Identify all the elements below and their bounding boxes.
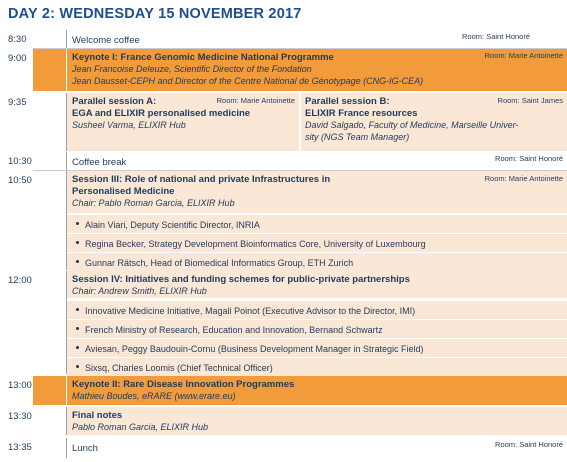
time-label: 9:00 [8, 53, 27, 64]
room-label: Room: Marie Antoinette [484, 174, 563, 183]
time-label: 13:00 [8, 380, 32, 391]
room-label: Room: Marie Antoinette [484, 51, 563, 60]
agenda-row-welcome-coffee: 8:30 Welcome coffee Room: Saint Honoré [0, 30, 534, 48]
time-label: 12:00 [8, 275, 32, 286]
speaker-line: Pablo Roman Garcia, ELIXIR Hub [72, 422, 209, 432]
session-b-subtitle: ELIXIR France resources [305, 108, 418, 119]
agenda-row-final-notes: 13:30 Final notes Pablo Roman Garcia, EL… [0, 407, 567, 435]
list-item: Gunnar Rätsch, Head of Biomedical Inform… [67, 253, 567, 271]
session-chair: Chair: Pablo Roman Garcia, ELIXIR Hub [72, 198, 235, 208]
room-label: Room: Saint Honoré [462, 32, 530, 41]
time-label: 10:30 [8, 156, 32, 167]
session-title: Session IV: Initiatives and funding sche… [72, 274, 410, 285]
day-title: DAY 2: WEDNESDAY 15 NOVEMBER 2017 [8, 6, 302, 22]
agenda-row-session-4: 12:00 Session IV: Initiatives and fundin… [0, 271, 567, 376]
session-title-cont: Personalised Medicine [72, 186, 175, 197]
agenda-row-parallel: 9:35 Parallel session A: EGA and ELIXIR … [0, 93, 567, 151]
list-item: Innovative Medicine Initiative, Magali P… [67, 301, 567, 319]
list-item: Aviesan, Peggy Baudouin-Cornu (Business … [67, 339, 567, 357]
time-label: 10:50 [8, 175, 32, 186]
parallel-session-a: Parallel session A: EGA and ELIXIR perso… [67, 93, 299, 151]
row-title: Keynote II: Rare Disease Innovation Prog… [72, 379, 295, 390]
row-title: Lunch [72, 443, 98, 454]
session-b-speaker: David Salgado, Faculty of Medicine, Mars… [305, 120, 519, 130]
row-title: Final notes [72, 410, 123, 421]
time-label: 13:30 [8, 411, 32, 422]
time-label: 13:35 [8, 442, 32, 453]
speaker-line: Mathieu Boudes, eRARE (www.erare.eu) [72, 391, 236, 401]
session-chair: Chair: Andrew Smith, ELIXIR Hub [72, 286, 207, 296]
agenda-row-lunch: 13:35 Lunch Room: Saint Honoré [0, 438, 567, 458]
agenda-row-keynote-1: 9:00 Keynote I: France Genomic Medicine … [8, 49, 567, 91]
room-label: Room: Saint Honoré [495, 440, 563, 449]
agenda-row-keynote-2: 13:00 Keynote II: Rare Disease Innovatio… [0, 376, 567, 405]
session-b-speaker: sity (NGS Team Manager) [305, 131, 410, 142]
speaker-line: Jean Dausset-CEPH and Director of the Ce… [72, 75, 424, 86]
row-title: Coffee break [72, 157, 127, 168]
room-label: Room: Saint Honoré [495, 154, 563, 163]
list-item: French Ministry of Research, Education a… [67, 320, 567, 338]
session-a-subtitle: EGA and ELIXIR personalised medicine [72, 108, 251, 119]
list-item: Regina Becker, Strategy Development Bioi… [67, 234, 567, 252]
session-a-speaker: Susheel Varma, ELIXIR Hub [72, 120, 186, 130]
time-label: 9:35 [8, 97, 27, 108]
parallel-session-b: Parallel session B: ELIXIR France resour… [301, 93, 567, 151]
time-label: 8:30 [8, 34, 27, 45]
list-item: Alain Viari, Deputy Scientific Director,… [67, 215, 567, 233]
room-label: Room: Marie Antoinette [216, 96, 295, 105]
list-item: Sixsq, Charles Loomis (Chief Technical O… [67, 358, 567, 376]
speaker-line: Jean Francoise Deleuze, Scientific Direc… [72, 64, 312, 74]
agenda-row-coffee-break: 10:30 Coffee break Room: Saint Honoré [0, 152, 567, 170]
room-label: Room: Saint James [497, 96, 563, 105]
agenda-row-session-3: 10:50 Session III: Role of national and … [0, 171, 567, 271]
